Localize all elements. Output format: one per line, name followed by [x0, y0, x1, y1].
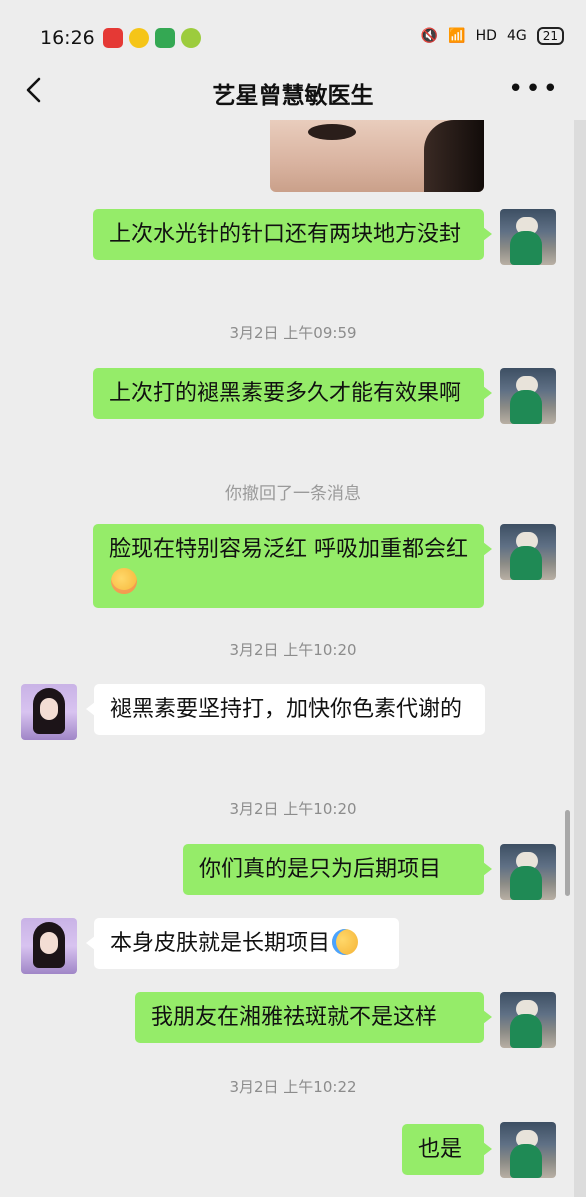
chat-header: 艺星曾慧敏医生 ••• [0, 60, 586, 120]
message-bubble-received[interactable]: 褪黑素要坚持打，加快你色素代谢的 [86, 684, 485, 735]
message-text: 脸现在特别容易泛红 呼吸加重都会红 [109, 537, 468, 562]
timestamp: 3月2日 上午10:20 [229, 641, 357, 659]
recall-notice: 你撤回了一条消息 [225, 484, 361, 504]
chat-title: 艺星曾慧敏医生 [212, 83, 374, 109]
my-avatar[interactable] [500, 1122, 556, 1178]
video-app-icon [155, 28, 175, 48]
message-bubble-sent[interactable]: 上次水光针的针口还有两块地方没封 [93, 209, 492, 260]
my-avatar[interactable] [500, 368, 556, 424]
scrollbar[interactable] [565, 810, 570, 896]
my-avatar[interactable] [500, 209, 556, 265]
wifi-icon: 📶 [448, 28, 466, 44]
my-avatar[interactable] [500, 992, 556, 1048]
flushed-emoji-icon [111, 568, 137, 594]
message-bubble-sent[interactable]: 也是 [402, 1124, 492, 1175]
message-bubble-sent[interactable]: 我朋友在湘雅祛斑就不是这样 [135, 992, 492, 1043]
my-avatar[interactable] [500, 524, 556, 580]
notification-icons [103, 28, 201, 48]
photo-hair [424, 120, 484, 192]
status-indicators: 🔇 📶 HD 4G 21 [421, 27, 564, 45]
crying-emoji-icon [332, 929, 359, 955]
more-options-icon[interactable]: ••• [508, 76, 560, 102]
message-text: 本身皮肤就是长期项目 [110, 931, 331, 956]
battery-indicator: 21 [536, 27, 564, 45]
hd-label: HD [475, 28, 497, 44]
app-notification-icon [181, 28, 201, 48]
timestamp: 3月2日 上午09:59 [229, 324, 357, 342]
timestamp: 3月2日 上午10:22 [229, 1078, 357, 1096]
message-bubble-sent[interactable]: 脸现在特别容易泛红 呼吸加重都会红 [93, 524, 492, 608]
photo-eye [308, 124, 356, 140]
doctor-avatar[interactable] [21, 684, 77, 740]
message-bubble-received[interactable]: 本身皮肤就是长期项目 [86, 918, 399, 969]
timestamp: 3月2日 上午10:20 [229, 800, 357, 818]
message-bubble-sent[interactable]: 上次打的褪黑素要多久才能有效果啊 [93, 368, 492, 419]
app-notification-icon [103, 28, 123, 48]
message-bubble-sent[interactable]: 你们真的是只为后期项目 [183, 844, 492, 895]
mute-icon: 🔇 [420, 28, 439, 44]
image-message[interactable] [270, 120, 484, 192]
doctor-avatar[interactable] [21, 918, 77, 974]
weibo-icon [129, 28, 149, 48]
signal-label: 4G [506, 28, 527, 44]
my-avatar[interactable] [500, 844, 556, 900]
message-list[interactable]: 上次水光针的针口还有两块地方没封 3月2日 上午09:59 上次打的褪黑素要多久… [0, 120, 586, 1197]
status-time: 16:26 [40, 27, 95, 49]
